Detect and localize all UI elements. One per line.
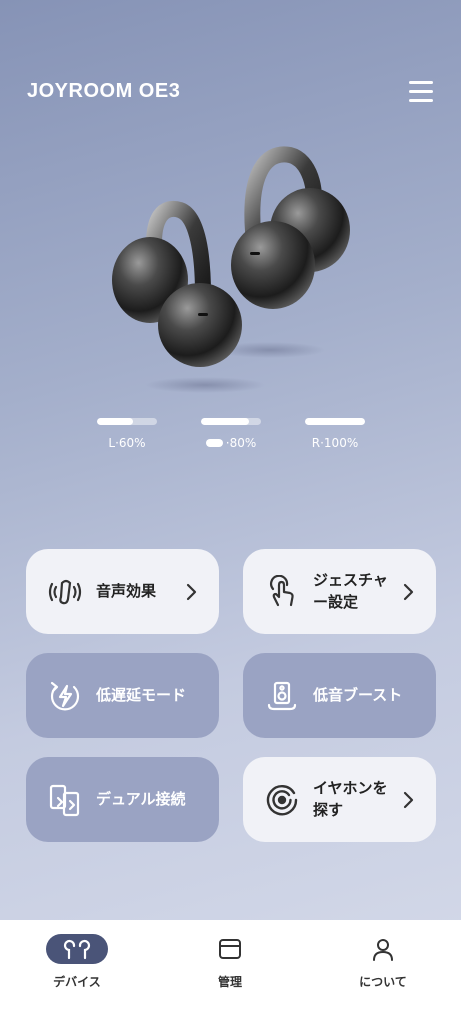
- dual-connection-button[interactable]: デュアル接続: [26, 757, 219, 842]
- lightning-icon: [50, 681, 80, 711]
- active-tab-indicator: [46, 934, 108, 964]
- touch-gesture-icon: [270, 575, 294, 607]
- left-battery-label: L·60%: [108, 436, 146, 450]
- sound-effects-button[interactable]: 音声効果: [26, 549, 219, 634]
- sound-effects-icon: [48, 579, 82, 605]
- device-name: JOYROOM OE3: [27, 80, 181, 102]
- window-icon: [219, 939, 241, 959]
- case-battery: ·80%: [201, 418, 261, 450]
- hamburger-menu-icon[interactable]: [405, 78, 437, 106]
- charging-case-icon: [205, 439, 223, 447]
- sound-effects-label: 音声効果: [96, 582, 157, 600]
- find-earbuds-label-line1: イヤホンを: [313, 779, 388, 797]
- earbuds-icon: [63, 939, 91, 960]
- right-battery-bar: [305, 418, 365, 425]
- radar-icon: [266, 785, 298, 816]
- case-battery-label: ·80%: [225, 436, 257, 450]
- gesture-settings-label-line1: ジェスチャ: [313, 571, 388, 589]
- earbuds-image: [112, 146, 350, 393]
- battery-status: L·60% ·80% R·100%: [0, 418, 461, 458]
- find-earbuds-button[interactable]: イヤホンを 探す: [243, 757, 436, 842]
- gesture-settings-label-line2: ー設定: [313, 593, 359, 611]
- tab-device[interactable]: デバイス: [27, 934, 127, 990]
- bass-boost-label: 低音ブースト: [313, 686, 403, 704]
- app-header: JOYROOM OE3: [0, 0, 461, 130]
- right-battery: R·100%: [305, 418, 365, 450]
- bottom-tab-bar: デバイス 管理 について: [0, 920, 461, 1024]
- right-battery-label: R·100%: [311, 436, 359, 450]
- tab-about-label: について: [359, 975, 407, 989]
- find-earbuds-label-line2: 探す: [313, 801, 344, 819]
- tab-about[interactable]: について: [333, 934, 433, 990]
- tab-device-label: デバイス: [53, 975, 101, 989]
- left-battery: L·60%: [97, 418, 157, 450]
- chevron-right-icon: [403, 583, 414, 601]
- gesture-settings-label: ジェスチャ ー設定: [313, 569, 388, 613]
- dual-connection-label: デュアル接続: [96, 790, 186, 808]
- find-earbuds-label: イヤホンを 探す: [313, 777, 388, 821]
- low-latency-mode-label: 低遅延モード: [96, 686, 187, 704]
- person-icon: [373, 939, 393, 961]
- speaker-icon: [267, 681, 297, 711]
- tab-manage-label: 管理: [217, 975, 242, 989]
- chevron-right-icon: [186, 583, 197, 601]
- case-battery-bar: [201, 418, 261, 425]
- dual-phone-icon: [49, 784, 80, 817]
- low-latency-mode-button[interactable]: 低遅延モード: [26, 653, 219, 738]
- bass-boost-button[interactable]: 低音ブースト: [243, 653, 436, 738]
- left-battery-bar: [97, 418, 157, 425]
- tab-manage[interactable]: 管理: [180, 934, 280, 990]
- gesture-settings-button[interactable]: ジェスチャ ー設定: [243, 549, 436, 634]
- chevron-right-icon: [403, 791, 414, 809]
